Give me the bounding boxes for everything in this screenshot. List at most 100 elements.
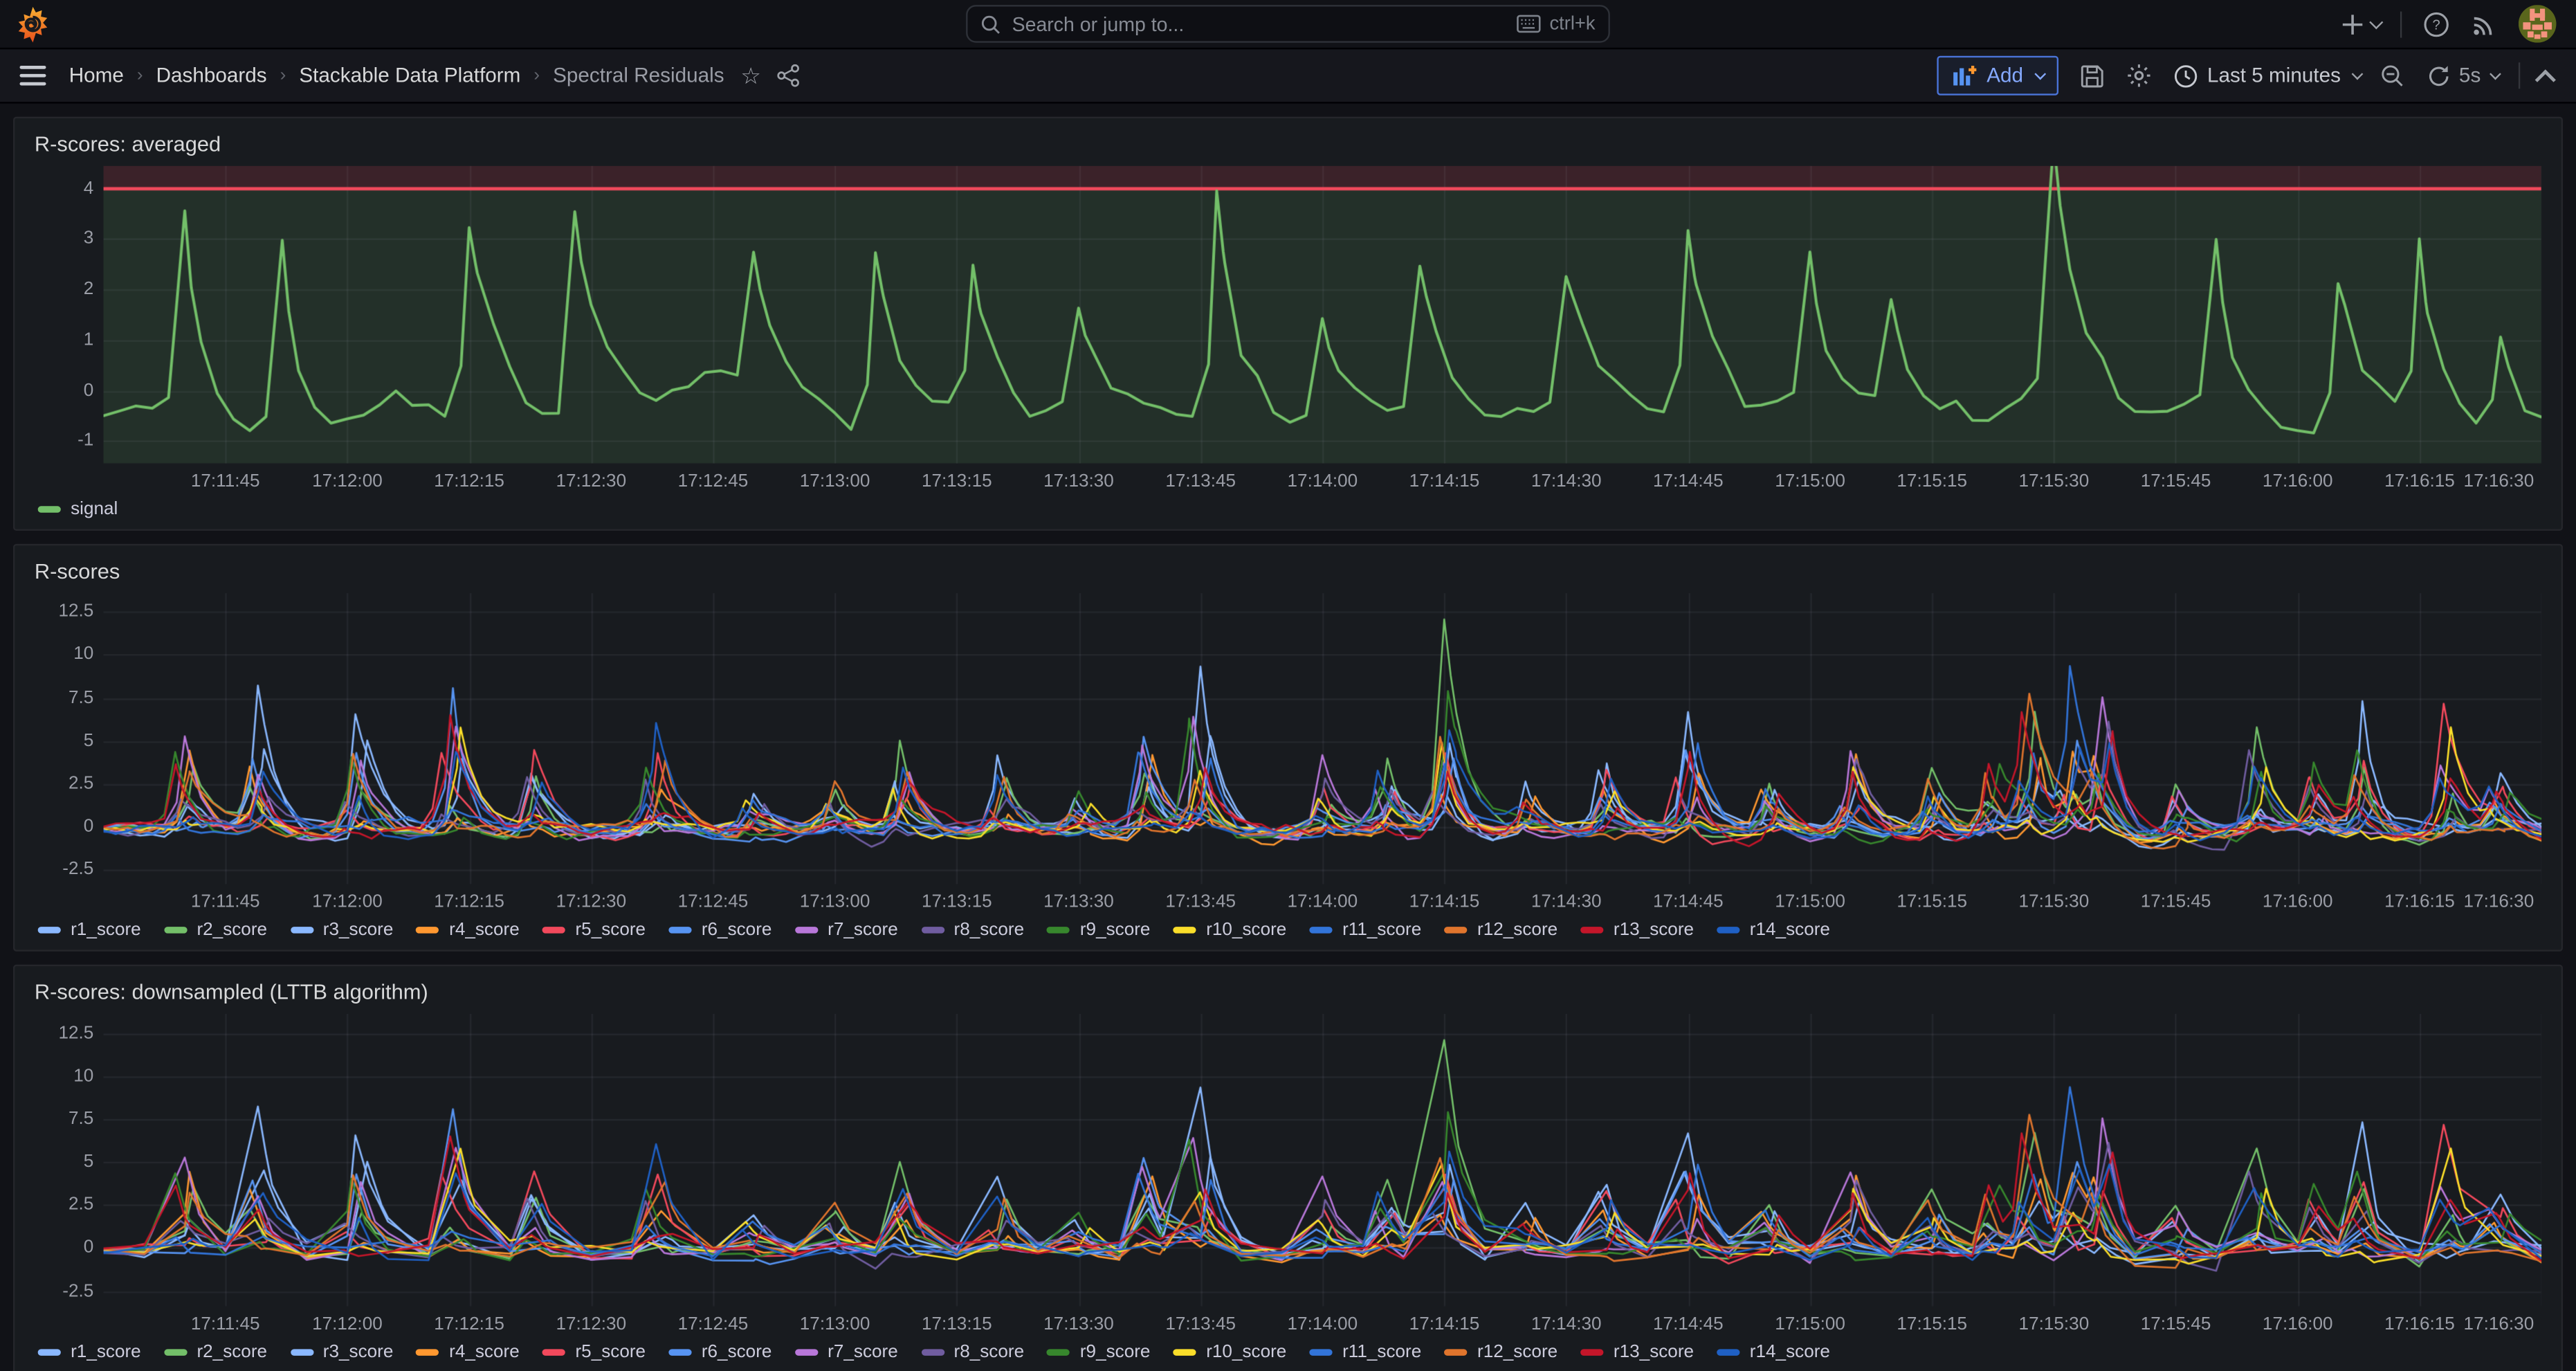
legend-item[interactable]: r3_score [290, 920, 393, 940]
grafana-logo-icon[interactable] [17, 6, 49, 42]
refresh-icon [2426, 63, 2451, 88]
time-range-picker[interactable]: Last 5 minutes [2173, 63, 2359, 88]
legend-swatch [1047, 1349, 1070, 1355]
legend-item[interactable]: r13_score [1580, 1343, 1694, 1362]
menu-toggle-button[interactable] [19, 66, 46, 85]
breadcrumb-separator: › [533, 66, 540, 85]
legend-item[interactable]: r14_score [1717, 1343, 1830, 1362]
chevron-down-icon [2034, 67, 2045, 79]
x-axis-label: 17:16:00 [2263, 892, 2333, 911]
legend-item[interactable]: r4_score [417, 1343, 520, 1362]
legend-item[interactable]: r1_score [38, 1343, 141, 1362]
y-axis-label: 2.5 [31, 1195, 93, 1215]
save-dashboard-button[interactable] [2079, 63, 2104, 88]
legend-item[interactable]: r7_score [795, 920, 898, 940]
user-avatar[interactable] [2519, 5, 2557, 43]
new-item-button[interactable] [2341, 12, 2379, 35]
legend-item[interactable]: r10_score [1173, 1343, 1287, 1362]
x-axis-label: 17:12:45 [678, 471, 749, 491]
plot-area[interactable] [104, 1014, 2542, 1307]
y-axis-label: 0 [31, 381, 93, 400]
legend-item[interactable]: r12_score [1445, 1343, 1558, 1362]
x-axis-label: 17:15:15 [1897, 471, 1967, 491]
favorite-star-icon[interactable]: ☆ [740, 62, 761, 89]
x-axis-label: 17:14:45 [1653, 1314, 1724, 1334]
zoom-out-button[interactable] [2380, 63, 2405, 88]
chart-r-scores-averaged: signal 43210-117:11:4517:12:0017:12:1517… [31, 159, 2545, 525]
x-axis-label: 17:12:45 [678, 892, 749, 911]
panel-title[interactable]: R-scores: averaged [31, 127, 2545, 159]
dashboard-toolbar: Home › Dashboards › Stackable Data Platf… [0, 49, 2576, 103]
legend-item[interactable]: r9_score [1047, 920, 1150, 940]
chart-legend: r1_score r2_score r3_score r4_score r5_score… [38, 916, 1830, 945]
legend-item[interactable]: r8_score [921, 920, 1024, 940]
chart-canvas [104, 1014, 2542, 1307]
add-panel-button[interactable]: Add [1937, 56, 2058, 96]
legend-item[interactable]: r11_score [1310, 1343, 1422, 1362]
legend-swatch [164, 1349, 187, 1355]
clock-icon [2173, 63, 2198, 88]
legend-item[interactable]: r5_score [542, 1343, 646, 1362]
legend-item[interactable]: r7_score [795, 1343, 898, 1362]
refresh-button[interactable]: 5s [2426, 63, 2497, 88]
legend-item[interactable]: r4_score [417, 920, 520, 940]
legend-item[interactable]: r14_score [1717, 920, 1830, 940]
breadcrumb-separator: › [280, 66, 286, 85]
legend-label: r11_score [1342, 1343, 1421, 1362]
y-axis-label: -2.5 [31, 1281, 93, 1300]
save-icon [2079, 63, 2104, 88]
plot-area[interactable] [104, 166, 2542, 464]
legend-item[interactable]: r5_score [542, 920, 646, 940]
legend-item[interactable]: r6_score [668, 1343, 771, 1362]
legend-item[interactable]: signal [38, 500, 118, 519]
x-axis-label: 17:15:30 [2019, 471, 2090, 491]
legend-item[interactable]: r10_score [1173, 920, 1287, 940]
legend-swatch [38, 506, 61, 512]
chart-r-scores: r1_score r2_score r3_score r4_score r5_score… [31, 587, 2545, 947]
legend-item[interactable]: r12_score [1445, 920, 1558, 940]
share-icon[interactable] [778, 64, 801, 87]
breadcrumb-current: Spectral Residuals [553, 64, 724, 87]
legend-item[interactable]: r11_score [1310, 920, 1422, 940]
legend-item[interactable]: r3_score [290, 1343, 393, 1362]
chart-legend: r1_score r2_score r3_score r4_score r5_score… [38, 1338, 1830, 1368]
legend-label: r1_score [71, 920, 141, 940]
legend-item[interactable]: r2_score [164, 920, 267, 940]
dashboard-settings-button[interactable] [2125, 62, 2151, 89]
legend-item[interactable]: r2_score [164, 1343, 267, 1362]
legend-label: r4_score [449, 1343, 520, 1362]
legend-swatch [1047, 927, 1070, 933]
legend-label: r3_score [323, 920, 394, 940]
legend-swatch [290, 1349, 313, 1355]
divider [2519, 62, 2520, 89]
search-input[interactable]: Search or jump to... ctrl+k [966, 5, 1610, 43]
legend-swatch [795, 927, 818, 933]
shortcut-hint: ctrl+k [1517, 14, 1595, 33]
x-axis-label: 17:13:15 [922, 892, 992, 911]
breadcrumb-home[interactable]: Home [69, 64, 124, 87]
x-axis-label: 17:16:30 [2464, 471, 2534, 491]
legend-swatch [417, 1349, 439, 1355]
legend-item[interactable]: r1_score [38, 920, 141, 940]
plot-area[interactable] [104, 593, 2542, 884]
kiosk-caret-icon[interactable] [2535, 69, 2556, 89]
legend-item[interactable]: r9_score [1047, 1343, 1150, 1362]
x-axis-label: 17:13:00 [800, 471, 870, 491]
breadcrumb-dashboards[interactable]: Dashboards [156, 64, 267, 87]
x-axis-label: 17:12:00 [312, 892, 383, 911]
legend-label: r6_score [702, 920, 772, 940]
panel-title[interactable]: R-scores: downsampled (LTTB algorithm) [31, 974, 2545, 1007]
panel-title[interactable]: R-scores [31, 554, 2545, 586]
x-axis-label: 17:16:15 [2384, 1314, 2455, 1334]
help-button[interactable]: ? [2423, 10, 2449, 37]
legend-item[interactable]: r13_score [1580, 920, 1694, 940]
legend-item[interactable]: r8_score [921, 1343, 1024, 1362]
legend-item[interactable]: r6_score [668, 920, 771, 940]
x-axis-label: 17:12:15 [434, 471, 504, 491]
x-axis-label: 17:12:00 [312, 1314, 383, 1334]
y-axis-label: 2 [31, 280, 93, 299]
y-axis-label: 10 [31, 1066, 93, 1085]
news-button[interactable] [2471, 10, 2497, 37]
breadcrumb-folder[interactable]: Stackable Data Platform [299, 64, 520, 87]
nav-right-icons: ? [2341, 5, 2576, 43]
